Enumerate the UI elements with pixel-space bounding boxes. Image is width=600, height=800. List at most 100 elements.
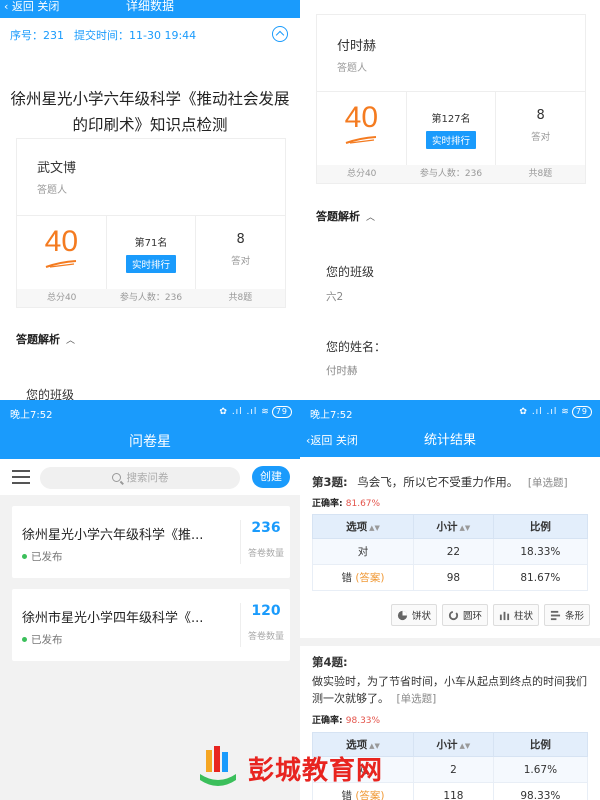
horizontal-bar-button[interactable]: 条形	[544, 604, 590, 626]
column-header-ratio: 比例	[492, 732, 589, 757]
total-score: 总分40	[346, 169, 377, 179]
pie-chart-button[interactable]: 饼状	[391, 604, 437, 626]
chevron-up-icon: ︿	[66, 336, 76, 346]
donut-chart-icon	[448, 610, 459, 620]
realtime-rank-button[interactable]: 实时排行	[126, 255, 177, 273]
respondent-role: 答题人	[337, 63, 367, 74]
column-header-option[interactable]: 选项 ▲▼	[311, 514, 415, 539]
score-value: 40	[44, 225, 79, 258]
count-cell: 98	[413, 564, 494, 591]
response-count-label: 答卷数量	[247, 632, 284, 642]
analysis-header[interactable]: 答题解析 ︿	[316, 208, 375, 224]
battery-icon: 79	[571, 406, 592, 418]
published-dot-icon	[22, 637, 27, 642]
menu-icon[interactable]	[12, 470, 30, 484]
accuracy-label: 正确率:	[312, 499, 343, 509]
rank-value: 第127名	[431, 114, 471, 125]
back-close-link[interactable]: ‹返回 关闭	[306, 425, 358, 457]
response-count: 236	[251, 520, 281, 536]
column-header-ratio: 比例	[492, 514, 589, 539]
count-cell: 2	[413, 756, 494, 783]
question-4-text: 做实验时，为了节省时间，小车从起点到终点的时间我们测一次就够了。 [单选题]	[312, 673, 592, 708]
status-bar: 晚上7:52 ✿ .ıl .ıl ≋ 79	[300, 400, 600, 426]
question-class-label: 您的班级	[26, 388, 75, 400]
bar-chart-button[interactable]: 柱状	[493, 604, 539, 626]
sort-icon: ▲▼	[459, 524, 471, 532]
column-header-count[interactable]: 小计 ▲▼	[413, 514, 494, 539]
correct-label: 答对	[531, 132, 551, 143]
question-text: 做实验时，为了节省时间，小车从起点到终点的时间我们测一次就够了。	[312, 675, 587, 705]
accuracy: 正确率: 98.33%	[312, 713, 380, 726]
score-footer: 总分40 参与人数：236 共8题	[17, 289, 285, 307]
score-value: 40	[344, 101, 379, 134]
bar-chart-icon	[499, 611, 510, 620]
watermark-text: 彭城教育网	[248, 755, 384, 786]
question-type: [单选题]	[396, 693, 437, 705]
question-number: 第4题:	[312, 655, 348, 669]
sort-icon: ▲▼	[369, 524, 380, 532]
collapse-icon[interactable]	[272, 26, 288, 42]
question-class-answer: 六2	[326, 291, 344, 303]
chart-type-buttons: 饼状 圆环 柱状 条形	[386, 604, 590, 626]
ratio-cell: 81.67%	[492, 564, 589, 591]
participant-count: 参与人数：236	[119, 293, 183, 303]
option-stats-table: 选项 ▲▼ 小计 ▲▼ 比例 对 22 18.33% 错 (答案) 98 81.67…	[311, 514, 589, 591]
realtime-rank-button[interactable]: 实时排行	[426, 131, 477, 149]
question-3-header: 第3题: 鸟会飞，所以它不受重力作用。 [单选题]	[312, 474, 568, 490]
status-bar: 晚上7:52 ✿ .ıl .ıl ≋ 79	[0, 400, 300, 426]
analysis-header-label: 答题解析	[316, 210, 360, 223]
survey-title: 徐州星光小学六年级科学《推...	[22, 528, 204, 543]
search-icon	[111, 473, 121, 482]
accuracy-label: 正确率:	[312, 716, 343, 726]
question-type: [单选题]	[527, 477, 568, 489]
stats-panel: 晚上7:52 ✿ .ıl .ıl ≋ 79 ‹返回 关闭 统计结果 第3题: 鸟会…	[300, 400, 600, 800]
question-4-header: 第4题:	[312, 654, 348, 670]
score-footer: 总分40 参与人数：236 共8题	[317, 165, 585, 183]
detail-panel-a: ‹ 返回 关闭 详细数据 序号：231 提交时间：11-30 19:44 徐州星…	[0, 0, 300, 400]
correct-label: 答对	[231, 256, 251, 267]
app-title: 问卷星	[129, 434, 171, 450]
score-card: 付时赫 答题人 40 第127名 实时排行 8 答对 总分40 参与人数：236…	[316, 14, 586, 184]
survey-status-label: 已发布	[31, 551, 63, 563]
app-title-bar: 问卷星	[0, 425, 300, 459]
create-button[interactable]: 创建	[252, 466, 290, 488]
question-class-label: 您的班级	[326, 265, 375, 279]
analysis-header-label: 答题解析	[16, 333, 60, 346]
option-cell: 错 (答案)	[311, 564, 415, 591]
search-placeholder: 搜索问卷	[126, 472, 169, 484]
question-number: 第3题:	[312, 475, 348, 489]
column-header-count[interactable]: 小计 ▲▼	[413, 732, 494, 757]
divider	[240, 603, 241, 647]
signal-wifi-icons: ✿ .ıl .ıl ≋	[219, 407, 270, 417]
back-label: 返回 关闭	[310, 434, 358, 447]
site-watermark: 彭城教育网	[196, 744, 383, 792]
total-score: 总分40	[46, 293, 77, 303]
response-count: 120	[251, 603, 281, 619]
question-count: 共8题	[528, 169, 553, 179]
count-cell: 118	[413, 782, 494, 800]
search-input[interactable]: 搜索问卷	[40, 467, 240, 489]
chevron-up-icon: ︿	[366, 213, 376, 223]
respondent-name: 付时赫	[337, 39, 377, 54]
published-dot-icon	[22, 554, 27, 559]
option-cell: 对	[311, 538, 415, 565]
survey-list-panel: 晚上7:52 ✿ .ıl .ıl ≋ 79 问卷星 搜索问卷 创建 徐州星光小学六…	[0, 400, 300, 800]
status-icons: ✿ .ıl .ıl ≋ 79	[219, 406, 292, 418]
donut-chart-button[interactable]: 圆环	[442, 604, 488, 626]
search-row: 搜索问卷 创建	[0, 459, 300, 495]
table-header-row: 选项 ▲▼ 小计 ▲▼ 比例	[311, 514, 589, 539]
watermark-logo-icon	[200, 746, 236, 786]
survey-status: 已发布	[22, 549, 63, 564]
table-row: 对 22 18.33%	[311, 538, 589, 565]
question-name-answer: 付时赫	[326, 365, 358, 377]
survey-card[interactable]: 徐州星光小学六年级科学《推... 已发布 236 答卷数量	[12, 506, 290, 578]
correct-count: 8	[236, 232, 245, 247]
battery-icon: 79	[271, 406, 292, 418]
table-row: 错 (答案) 98 81.67%	[311, 564, 589, 591]
question-name-label: 您的姓名：	[326, 340, 387, 354]
score-swoosh-icon	[45, 260, 77, 268]
survey-card[interactable]: 徐州市星光小学四年级科学《... 已发布 120 答卷数量	[12, 589, 290, 661]
status-time: 晚上7:52	[310, 409, 353, 421]
ratio-cell: 18.33%	[492, 538, 589, 565]
analysis-header[interactable]: 答题解析 ︿	[16, 331, 75, 347]
